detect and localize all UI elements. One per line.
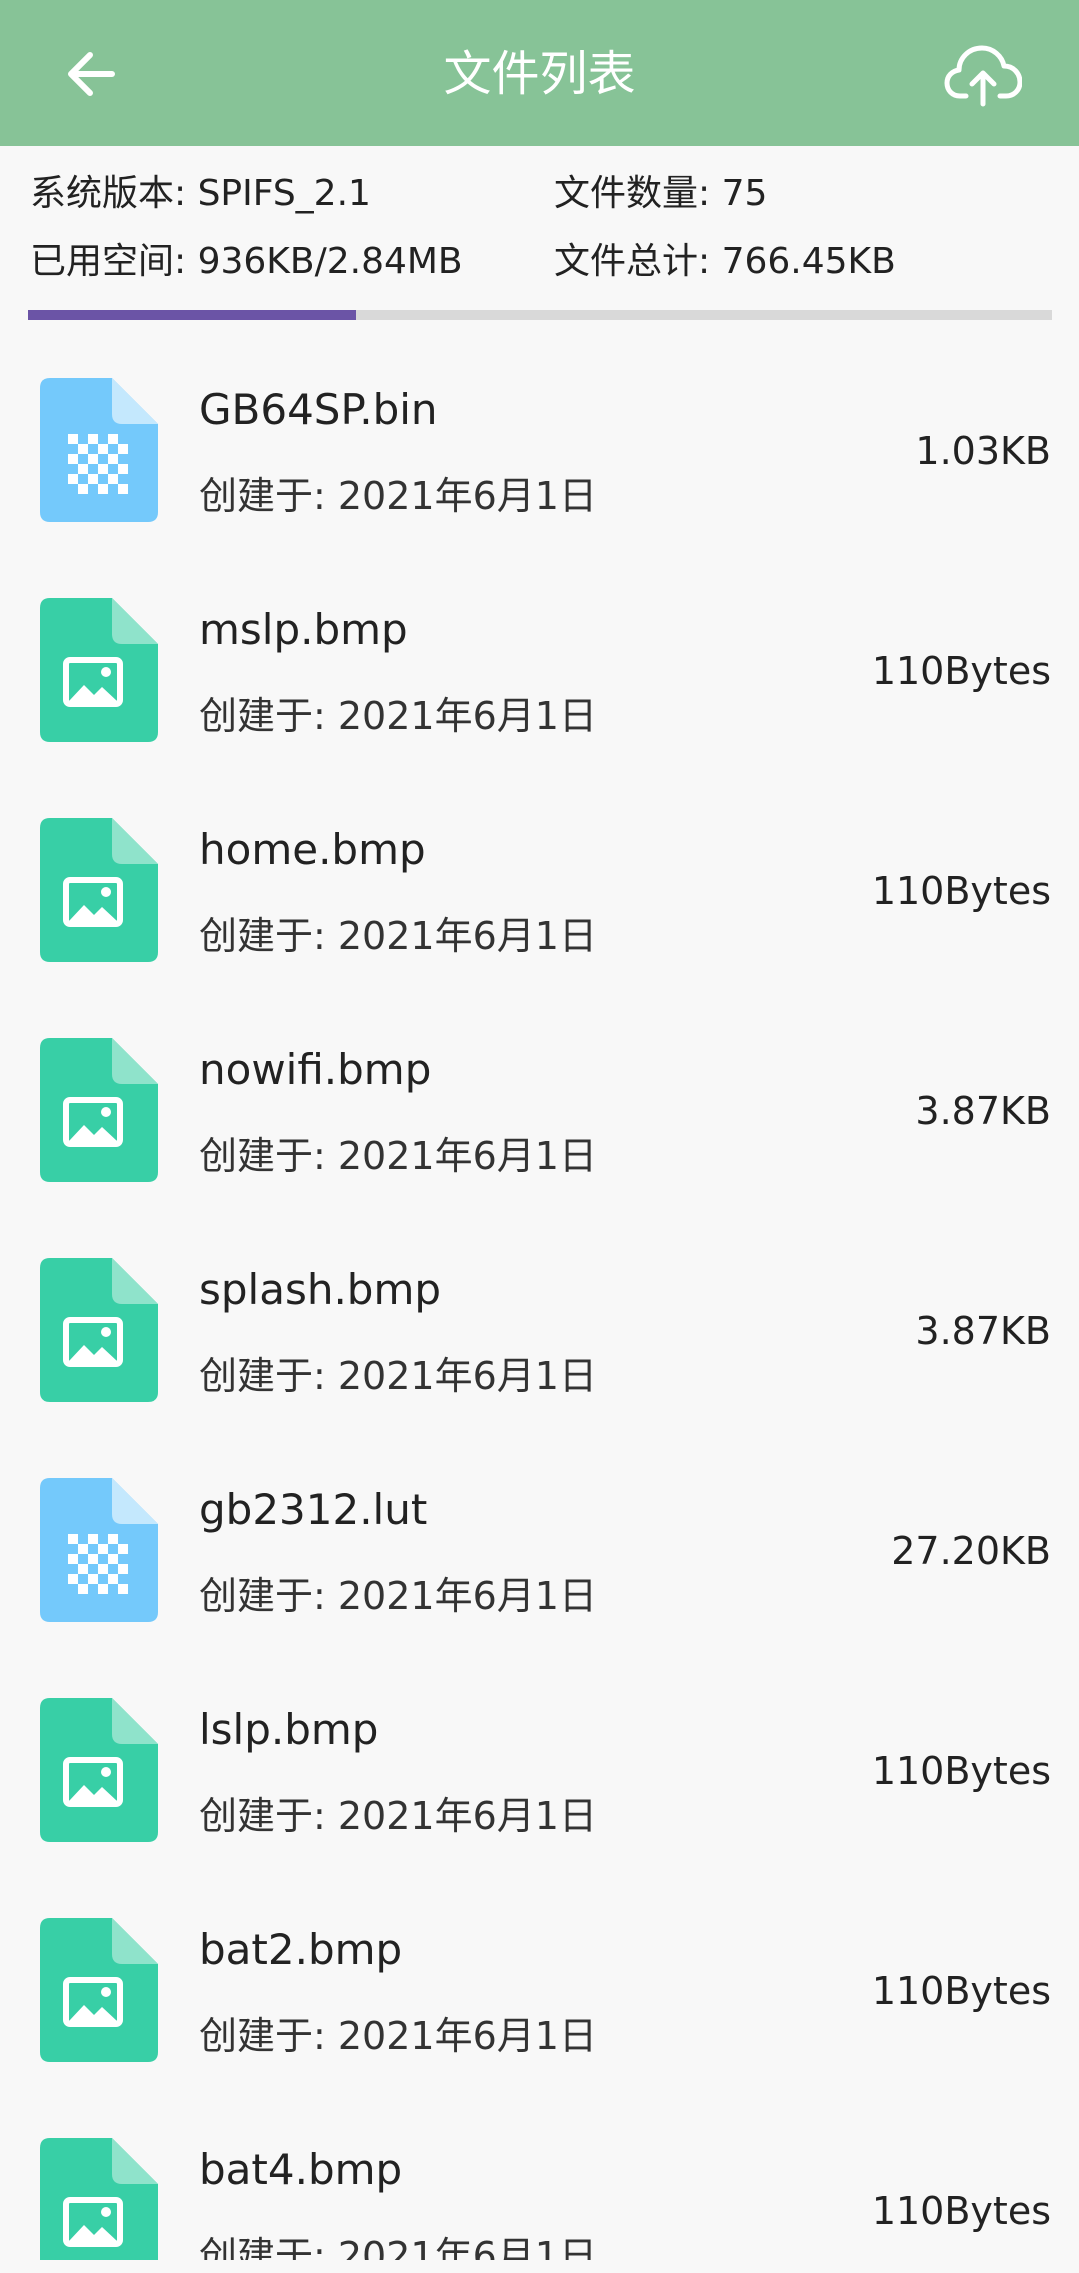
image-file-icon (40, 598, 158, 742)
file-name: lslp.bmp (199, 1705, 379, 1754)
file-name: nowifi.bmp (199, 1045, 432, 1094)
file-created-date: 创建于: 2021年6月1日 (199, 2234, 597, 2260)
cloud-upload-icon[interactable] (944, 40, 1022, 108)
file-list-item[interactable]: GB64SP.bin 创建于: 2021年6月1日 1.03KB (0, 330, 1079, 550)
file-size: 110Bytes (871, 869, 1051, 913)
file-created-date: 创建于: 2021年6月1日 (199, 1134, 597, 1178)
file-created-date: 创建于: 2021年6月1日 (199, 474, 597, 518)
file-size: 110Bytes (871, 649, 1051, 693)
file-name: bat4.bmp (199, 2145, 403, 2194)
image-file-icon (40, 2138, 158, 2260)
file-list-item[interactable]: bat2.bmp 创建于: 2021年6月1日 110Bytes (0, 1870, 1079, 2090)
file-name: gb2312.lut (199, 1485, 428, 1534)
file-name: splash.bmp (199, 1265, 442, 1314)
file-list-item[interactable]: bat4.bmp 创建于: 2021年6月1日 110Bytes (0, 2090, 1079, 2260)
file-name: bat2.bmp (199, 1925, 403, 1974)
file-created-date: 创建于: 2021年6月1日 (199, 1574, 597, 1618)
file-created-date: 创建于: 2021年6月1日 (199, 1794, 597, 1838)
file-list-item[interactable]: mslp.bmp 创建于: 2021年6月1日 110Bytes (0, 550, 1079, 770)
file-created-date: 创建于: 2021年6月1日 (199, 2014, 597, 2058)
app-bar: 文件列表 (0, 0, 1079, 146)
page-title: 文件列表 (443, 46, 636, 102)
file-size: 27.20KB (891, 1529, 1051, 1573)
file-created-date: 创建于: 2021年6月1日 (199, 914, 597, 958)
file-size: 110Bytes (871, 2189, 1051, 2233)
image-file-icon (40, 1918, 158, 2062)
image-file-icon (40, 1038, 158, 1182)
file-size: 3.87KB (915, 1089, 1051, 1133)
file-size: 3.87KB (915, 1309, 1051, 1353)
image-file-icon (40, 1258, 158, 1402)
file-list-item[interactable]: nowifi.bmp 创建于: 2021年6月1日 3.87KB (0, 990, 1079, 1210)
file-count: 文件数量: 75 (554, 173, 768, 214)
file-name: GB64SP.bin (199, 385, 438, 434)
used-space: 已用空间: 936KB/2.84MB (30, 241, 463, 282)
binary-file-icon (40, 1478, 158, 1622)
storage-usage-bar (28, 310, 1052, 320)
storage-usage-fill (28, 310, 356, 320)
system-version: 系统版本: SPIFS_2.1 (30, 173, 371, 214)
file-list-item[interactable]: gb2312.lut 创建于: 2021年6月1日 27.20KB (0, 1430, 1079, 1650)
image-file-icon (40, 1698, 158, 1842)
file-name: mslp.bmp (199, 605, 408, 654)
file-size: 110Bytes (871, 1749, 1051, 1793)
binary-file-icon (40, 378, 158, 522)
file-list: GB64SP.bin 创建于: 2021年6月1日 1.03KB mslp.bmp 创建… (0, 330, 1079, 2260)
file-list-item[interactable]: splash.bmp 创建于: 2021年6月1日 3.87KB (0, 1210, 1079, 1430)
file-list-item[interactable]: home.bmp 创建于: 2021年6月1日 110Bytes (0, 770, 1079, 990)
file-list-item[interactable]: lslp.bmp 创建于: 2021年6月1日 110Bytes (0, 1650, 1079, 1870)
file-size: 110Bytes (871, 1969, 1051, 2013)
image-file-icon (40, 818, 158, 962)
file-size: 1.03KB (915, 429, 1051, 473)
file-name: home.bmp (199, 825, 426, 874)
file-created-date: 创建于: 2021年6月1日 (199, 694, 597, 738)
total-file-size: 文件总计: 766.45KB (554, 241, 896, 282)
file-created-date: 创建于: 2021年6月1日 (199, 1354, 597, 1398)
